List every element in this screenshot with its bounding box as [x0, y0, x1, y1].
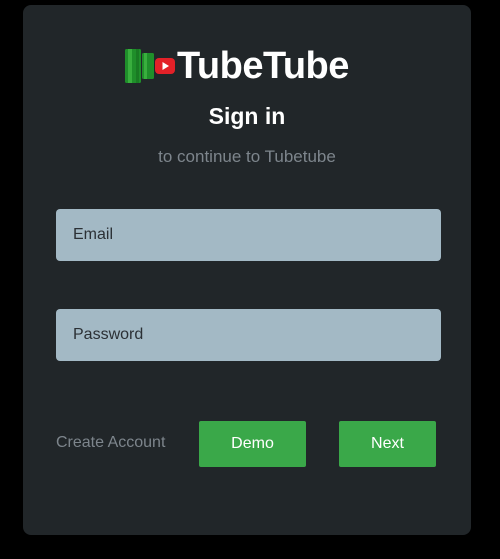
- pipe-play-icon: [125, 49, 175, 83]
- email-field[interactable]: [56, 209, 441, 261]
- password-field[interactable]: [56, 309, 441, 361]
- create-account-link[interactable]: Create Account: [56, 434, 165, 452]
- demo-button[interactable]: Demo: [199, 421, 306, 467]
- brand-logo: TubeTube: [124, 47, 349, 85]
- sign-in-card: TubeTube Sign in to continue to Tubetube…: [23, 5, 471, 535]
- brand-name: TubeTube: [177, 45, 349, 87]
- page-title: Sign in: [208, 103, 286, 129]
- page-subtitle: to continue to Tubetube: [158, 147, 336, 166]
- next-button[interactable]: Next: [339, 421, 436, 467]
